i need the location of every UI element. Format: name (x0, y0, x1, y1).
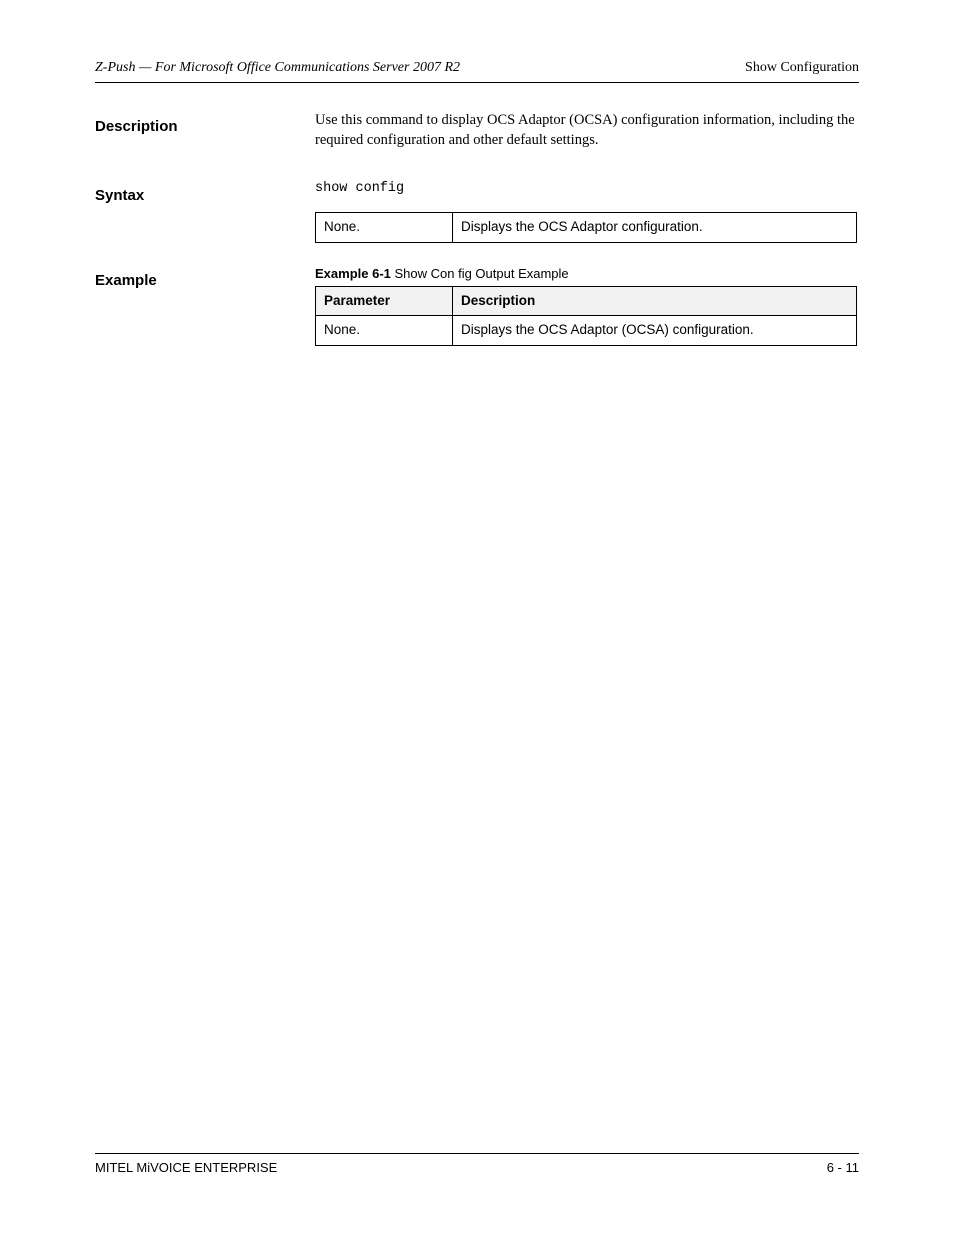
page-container: Z-Push — For Microsoft Office Communicat… (95, 60, 859, 1175)
description-text: Use this command to display OCS Adaptor … (315, 111, 857, 150)
page-header: Z-Push — For Microsoft Office Communicat… (95, 60, 859, 83)
example-block: Example Example 6-1 Show Con fig Output … (95, 265, 859, 352)
syntax-heading: Syntax (95, 186, 295, 206)
table-header-row: Parameter Description (316, 287, 857, 316)
table-row: None. Displays the OCS Adaptor configura… (316, 213, 857, 242)
desc-cell: Displays the OCS Adaptor configuration. (453, 213, 857, 242)
header-right: Show Configuration (745, 60, 859, 76)
footer-left: MITEL MiVOICE ENTERPRISE (95, 1160, 277, 1175)
table-header-desc: Description (453, 287, 857, 316)
page-footer: MITEL MiVOICE ENTERPRISE 6 - 11 (95, 1153, 859, 1175)
page-content: Description Use this command to display … (95, 111, 859, 352)
syntax-block: Syntax show config None. Displays the OC… (95, 180, 859, 248)
table-row: None. Displays the OCS Adaptor (OCSA) co… (316, 316, 857, 345)
desc-cell: Displays the OCS Adaptor (OCSA) configur… (453, 316, 857, 345)
table-header-param: Parameter (316, 287, 453, 316)
description-block: Description Use this command to display … (95, 111, 859, 164)
param-cell: None. (316, 213, 453, 242)
param-cell: None. (316, 316, 453, 345)
example-table: Parameter Description None. Displays the… (315, 286, 857, 345)
syntax-code: show config (315, 180, 857, 198)
example-title-bold: Example 6-1 (315, 266, 391, 281)
footer-right: 6 - 11 (827, 1160, 859, 1175)
description-heading: Description (95, 117, 295, 137)
example-title: Example 6-1 Show Con fig Output Example (315, 265, 857, 283)
example-heading: Example (95, 271, 295, 291)
example-subtitle: Show Con fig Output Example (395, 266, 569, 281)
syntax-params-table: None. Displays the OCS Adaptor configura… (315, 212, 857, 242)
header-left: Z-Push — For Microsoft Office Communicat… (95, 60, 460, 76)
